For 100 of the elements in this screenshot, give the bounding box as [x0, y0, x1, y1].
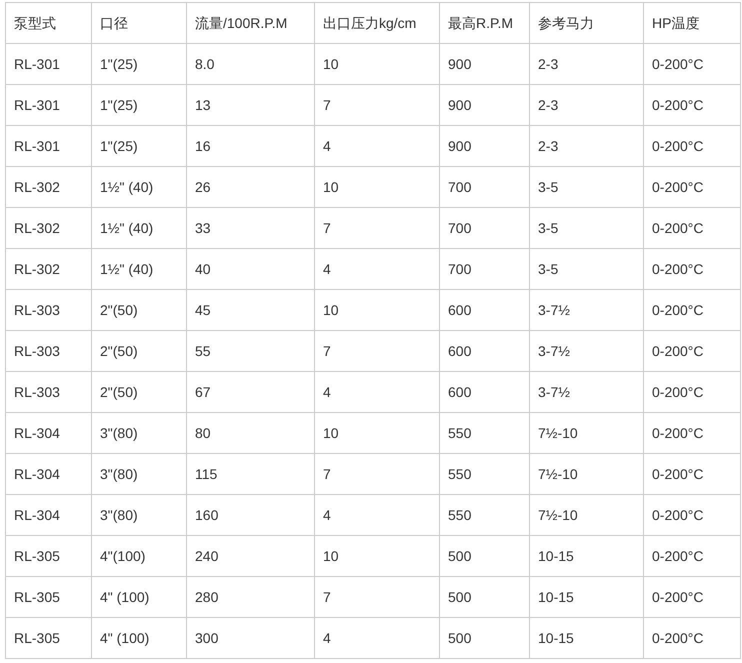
table-cell: 13 — [186, 84, 314, 126]
table-cell: 0-200°C — [644, 44, 740, 84]
table-cell: 1"(25) — [92, 44, 186, 84]
table-cell: RL-305 — [6, 536, 92, 576]
table-cell: 16 — [186, 126, 314, 166]
table-cell: 160 — [186, 494, 314, 536]
table-cell: 10-15 — [530, 536, 644, 576]
table-cell: 900 — [440, 126, 530, 166]
table-cell: RL-301 — [6, 126, 92, 166]
table-cell: 2"(50) — [92, 290, 186, 330]
table-cell: 0-200°C — [644, 454, 740, 494]
column-header: 口径 — [92, 2, 186, 44]
table-cell: 4 — [314, 494, 440, 536]
table-cell: 300 — [186, 618, 314, 658]
table-cell: 550 — [440, 494, 530, 536]
table-cell: 1½" (40) — [92, 166, 186, 208]
table-cell: 2-3 — [530, 84, 644, 126]
table-cell: 2-3 — [530, 44, 644, 84]
table-cell: 600 — [440, 372, 530, 412]
table-cell: 500 — [440, 618, 530, 658]
table-cell: 3-5 — [530, 166, 644, 208]
table-cell: RL-302 — [6, 166, 92, 208]
table-cell: 4" (100) — [92, 576, 186, 618]
table-cell: RL-301 — [6, 84, 92, 126]
table-cell: 3"(80) — [92, 454, 186, 494]
table-cell: 0-200°C — [644, 576, 740, 618]
table-cell: RL-305 — [6, 576, 92, 618]
table-cell: 4"(100) — [92, 536, 186, 576]
table-cell: 7 — [314, 576, 440, 618]
table-cell: 0-200°C — [644, 412, 740, 454]
table-cell: 500 — [440, 576, 530, 618]
table-cell: 1"(25) — [92, 84, 186, 126]
table-cell: 10 — [314, 412, 440, 454]
table-cell: 55 — [186, 330, 314, 372]
table-cell: 3"(80) — [92, 412, 186, 454]
table-cell: RL-304 — [6, 494, 92, 536]
table-cell: 1½" (40) — [92, 208, 186, 248]
table-cell: 3-7½ — [530, 330, 644, 372]
table-cell: 1"(25) — [92, 126, 186, 166]
table-cell: 8.0 — [186, 44, 314, 84]
table-cell: 4 — [314, 248, 440, 290]
table-cell: 0-200°C — [644, 536, 740, 576]
table-cell: 4 — [314, 126, 440, 166]
table-cell: 0-200°C — [644, 618, 740, 658]
column-header: 参考马力 — [530, 2, 644, 44]
table-cell: RL-302 — [6, 248, 92, 290]
table-cell: 0-200°C — [644, 290, 740, 330]
table-cell: 4" (100) — [92, 618, 186, 658]
table-cell: 10-15 — [530, 576, 644, 618]
table-cell: 700 — [440, 208, 530, 248]
table-cell: 45 — [186, 290, 314, 330]
table-cell: 600 — [440, 290, 530, 330]
table-cell: RL-304 — [6, 412, 92, 454]
table-cell: 0-200°C — [644, 330, 740, 372]
table-cell: 7½-10 — [530, 412, 644, 454]
table-cell: 2"(50) — [92, 330, 186, 372]
table-cell: 7 — [314, 454, 440, 494]
column-header: HP温度 — [644, 2, 740, 44]
table-cell: 0-200°C — [644, 208, 740, 248]
table-cell: 0-200°C — [644, 372, 740, 412]
table-cell: RL-303 — [6, 330, 92, 372]
table-cell: 10 — [314, 536, 440, 576]
table-cell: RL-301 — [6, 44, 92, 84]
table-cell: 700 — [440, 166, 530, 208]
table-cell: 67 — [186, 372, 314, 412]
table-cell: 7 — [314, 330, 440, 372]
table-cell: 3-5 — [530, 208, 644, 248]
column-header: 出口压力kg/cm — [314, 2, 440, 44]
table-cell: 3-5 — [530, 248, 644, 290]
column-header: 流量/100R.P.M — [186, 2, 314, 44]
table-cell: 40 — [186, 248, 314, 290]
table-cell: 80 — [186, 412, 314, 454]
table-cell: RL-303 — [6, 290, 92, 330]
table-cell: 7 — [314, 208, 440, 248]
table-cell: 0-200°C — [644, 84, 740, 126]
table-cell: RL-305 — [6, 618, 92, 658]
table-cell: 4 — [314, 372, 440, 412]
table-cell: RL-303 — [6, 372, 92, 412]
table-cell: 500 — [440, 536, 530, 576]
table-cell: 2"(50) — [92, 372, 186, 412]
table-cell: RL-304 — [6, 454, 92, 494]
table-cell: 7½-10 — [530, 454, 644, 494]
table-cell: 3"(80) — [92, 494, 186, 536]
table-cell: 10 — [314, 166, 440, 208]
table-cell: 26 — [186, 166, 314, 208]
table-cell: 10-15 — [530, 618, 644, 658]
table-cell: 7½-10 — [530, 494, 644, 536]
table-cell: 0-200°C — [644, 248, 740, 290]
table-cell: RL-302 — [6, 208, 92, 248]
table-cell: 600 — [440, 330, 530, 372]
column-header: 最高R.P.M — [440, 2, 530, 44]
table-cell: 33 — [186, 208, 314, 248]
table-cell: 900 — [440, 44, 530, 84]
table-cell: 550 — [440, 454, 530, 494]
table-cell: 0-200°C — [644, 494, 740, 536]
table-cell: 3-7½ — [530, 372, 644, 412]
table-cell: 4 — [314, 618, 440, 658]
table-cell: 10 — [314, 290, 440, 330]
table-cell: 900 — [440, 84, 530, 126]
column-header: 泵型式 — [6, 2, 92, 44]
